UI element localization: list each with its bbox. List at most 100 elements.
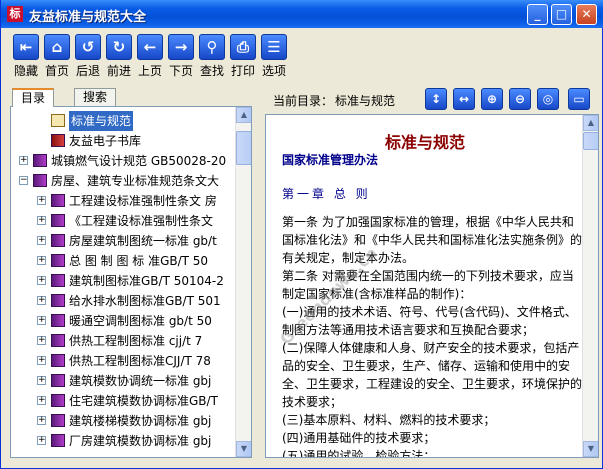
toolbar-button-0[interactable]: ⇤ 隐藏: [10, 34, 42, 79]
toolbar-button-7[interactable]: ⎙ 打印: [227, 34, 259, 79]
document-paragraph: (二)保障人体健康和人身、财产安全的技术要求，包括产品的安全、卫生要求，生产、储…: [282, 341, 583, 409]
tree-item[interactable]: + 建筑制图标准GB/T 50104-2: [11, 271, 235, 291]
expand-vertical-icon: ↕: [430, 92, 442, 106]
main-toolbar: ⇤ 隐藏 ⌂ 首页 ↺ 后退 ↻ 前进 ← 上页 → 下页 ⚲ 查找 ⎙ 打印 ☰ 选项: [4, 30, 600, 82]
fullscreen-button[interactable]: ▭: [568, 88, 590, 110]
tree-item-label: 给水排水制图标准GB/T 501: [69, 294, 221, 308]
zoom-in-icon: ⊕: [486, 92, 498, 106]
zoom-in-button[interactable]: ⊕: [481, 88, 503, 110]
expand-icon[interactable]: +: [37, 216, 46, 225]
expand-icon[interactable]: +: [37, 276, 46, 285]
toolbar-button-label: 隐藏: [13, 64, 38, 78]
expand-icon[interactable]: +: [37, 356, 46, 365]
tree-item[interactable]: 友益电子书库: [11, 131, 235, 151]
toolbar-button-3[interactable]: ↻ 前进: [103, 34, 135, 79]
toolbar-button-6[interactable]: ⚲ 查找: [196, 34, 228, 79]
expand-icon[interactable]: +: [37, 436, 46, 445]
document-paragraph: 第二条 对需要在全国范围内统一的下列技术要求，应当制定国家标准(含标准样品的制作…: [282, 269, 574, 301]
window-title: 友益标准与规范大全: [29, 10, 147, 25]
document-paragraph: 第一条 为了加强国家标准的管理，根据《中华人民共和国标准化法》和《中华人民共和国…: [282, 215, 583, 265]
tree-item[interactable]: − 房屋、建筑专业标准规范条文大: [11, 171, 235, 191]
hide-icon: ⇤: [13, 34, 39, 60]
tree-item-label: 供热工程制图标准CJJ/T 78: [69, 354, 211, 368]
tree-item-label: 建筑制图标准GB/T 50104-2: [69, 274, 224, 288]
expand-icon[interactable]: +: [37, 396, 46, 405]
tree-item[interactable]: + 给水排水制图标准GB/T 501: [11, 291, 235, 311]
expand-icon[interactable]: +: [37, 196, 46, 205]
scroll-down-button[interactable]: ▼: [236, 441, 251, 457]
tree-item[interactable]: + 城镇燃气设计规范 GB50028-20: [11, 151, 235, 171]
tree-item-label: 城镇燃气设计规范 GB50028-20: [51, 154, 227, 168]
home-icon: ⌂: [44, 34, 70, 60]
book-icon: [33, 154, 47, 167]
tree-item[interactable]: + 供热工程制图标准CJJ/T 78: [11, 351, 235, 371]
expand-icon[interactable]: +: [19, 156, 28, 165]
tree-item[interactable]: + 建筑楼梯模数协调标准 gbj: [11, 411, 235, 431]
tree-item[interactable]: + 建筑模数协调统一标准 gbj: [11, 371, 235, 391]
document-paragraph: (三)基本原料、材料、燃料的技术要求；: [282, 413, 496, 427]
document-paragraph: (四)通用基础件的技术要求；: [282, 431, 436, 445]
document-title: 标准与规范: [384, 133, 465, 152]
toolbar-button-label: 选项: [261, 64, 286, 78]
tree-item-label: 厂房建筑模数协调标准 gbj: [69, 434, 212, 448]
tree-item[interactable]: + 供热工程制图标准 cjj/t 7: [11, 331, 235, 351]
tree-scrollbar[interactable]: ▲ ▼: [235, 107, 251, 457]
tab-search[interactable]: 搜索: [74, 88, 117, 106]
content-scroll-up-button[interactable]: ▲: [583, 115, 598, 131]
content-header: 当前目录： 标准与规范 ↕ ↔ ⊕ ⊖ ◎ ▭: [265, 88, 599, 112]
toolbar-button-5[interactable]: → 下页: [165, 34, 197, 79]
toolbar-button-label: 上页: [137, 64, 162, 78]
book-icon: [33, 174, 47, 187]
expand-icon[interactable]: +: [37, 256, 46, 265]
book-icon: [51, 314, 65, 327]
content-scroll-thumb[interactable]: [583, 132, 598, 150]
scroll-thumb[interactable]: [236, 131, 251, 165]
back-icon: ↺: [75, 34, 101, 60]
expand-icon[interactable]: +: [37, 376, 46, 385]
expand-icon[interactable]: +: [37, 296, 46, 305]
scroll-up-button[interactable]: ▲: [236, 107, 251, 123]
maximize-button[interactable]: □: [551, 4, 572, 25]
zoom-out-button[interactable]: ⊖: [509, 88, 531, 110]
content-scrollbar[interactable]: ▲ ▼: [582, 115, 598, 457]
collapse-icon[interactable]: −: [19, 176, 28, 185]
tree-item[interactable]: + 《工程建设标准强制性条文: [11, 211, 235, 231]
zoom-fit-button[interactable]: ◎: [537, 88, 559, 110]
document-paragraph: (五)通用的试验、检验方法；: [282, 449, 436, 458]
minimize-button[interactable]: _: [527, 4, 548, 25]
expand-horizontal-button[interactable]: ↔: [453, 88, 475, 110]
tree-item[interactable]: + 暖通空调制图标准 gb/t 50: [11, 311, 235, 331]
content-scroll-down-button[interactable]: ▼: [583, 441, 598, 457]
tree-item[interactable]: + 住宅建筑模数协调标准GB/T: [11, 391, 235, 411]
toolbar-button-2[interactable]: ↺ 后退: [72, 34, 104, 79]
forward-icon: ↻: [106, 34, 132, 60]
expand-icon[interactable]: +: [37, 416, 46, 425]
book-icon: [51, 274, 65, 287]
book-icon: [51, 434, 65, 447]
tree-item-label: 工程建设标准强制性条文 房: [69, 194, 217, 208]
expand-vertical-button[interactable]: ↕: [425, 88, 447, 110]
close-button[interactable]: ✕: [576, 4, 597, 25]
book-icon: [51, 354, 65, 367]
expand-icon[interactable]: +: [37, 316, 46, 325]
expand-icon[interactable]: +: [37, 336, 46, 345]
book-icon: [51, 134, 65, 147]
title-bar[interactable]: 标 友益标准与规范大全 _ □ ✕: [1, 0, 603, 28]
tree-item[interactable]: + 工程建设标准强制性条文 房: [11, 191, 235, 211]
tree-item-label: 友益电子书库: [69, 134, 142, 148]
tab-toc[interactable]: 目录: [12, 88, 55, 107]
tree-item[interactable]: + 房屋建筑制图统一标准 gb/t: [11, 231, 235, 251]
tree-item[interactable]: 标准与规范: [11, 111, 235, 131]
toolbar-button-1[interactable]: ⌂ 首页: [41, 34, 73, 79]
expand-icon[interactable]: +: [37, 236, 46, 245]
toolbar-button-8[interactable]: ☰ 选项: [258, 34, 290, 79]
toolbar-button-4[interactable]: ← 上页: [134, 34, 166, 79]
book-icon: [51, 414, 65, 427]
book-icon: [51, 374, 65, 387]
next-page-icon: →: [168, 34, 194, 60]
tree-item[interactable]: + 总 图 制 图 标 准GB/T 50: [11, 251, 235, 271]
tree-item-label: 建筑楼梯模数协调标准 gbj: [69, 414, 212, 428]
tree-item-label: 《工程建设标准强制性条文: [69, 214, 214, 228]
document-body: 第一条 为了加强国家标准的管理，根据《中华人民共和国标准化法》和《中华人民共和国…: [282, 213, 583, 458]
tree-item[interactable]: + 厂房建筑模数协调标准 gbj: [11, 431, 235, 451]
